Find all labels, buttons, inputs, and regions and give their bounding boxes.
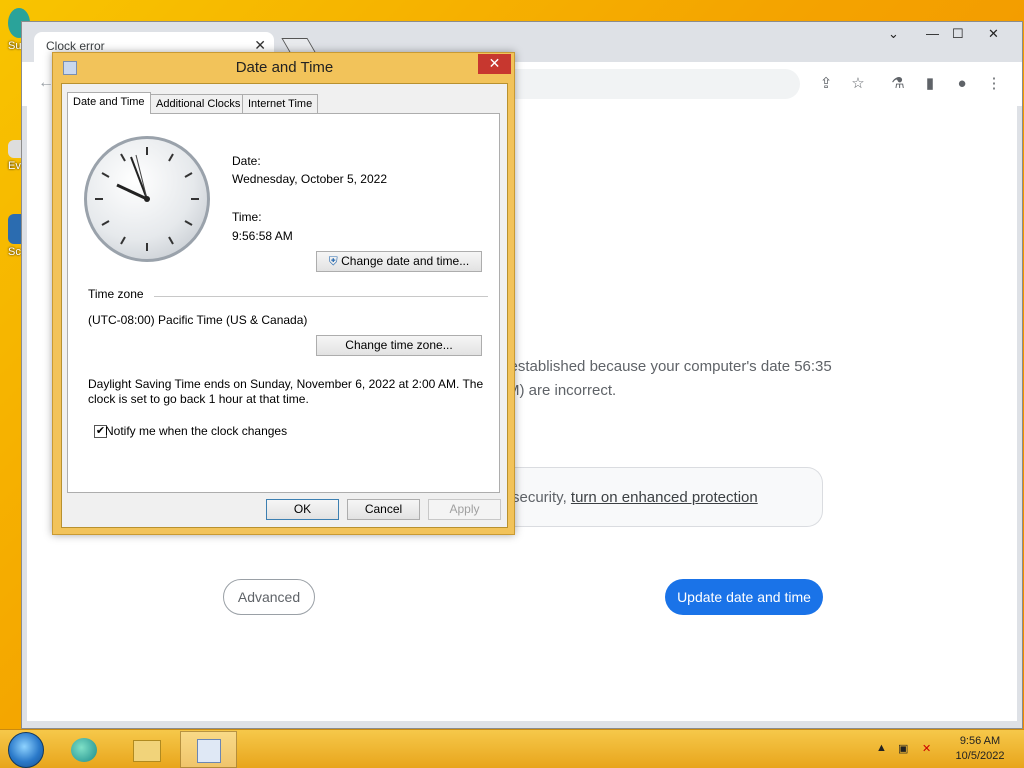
date-value: Wednesday, October 5, 2022 [232,172,387,186]
tab-additional-clocks[interactable]: Additional Clocks [150,94,247,114]
profile-icon[interactable]: ● [952,74,972,94]
network-icon[interactable]: ▣ [898,742,908,755]
show-hidden-icon[interactable]: ▲ [876,742,887,754]
desktop-icon-label: Ev [8,160,21,172]
taskbar-time: 9:56 AM [959,735,1001,747]
tab-panel: Date: Wednesday, October 5, 2022 Time: 9… [67,113,500,493]
time-value: 9:56:58 AM [232,229,293,243]
timezone-separator [154,296,488,297]
taskbar-clock[interactable]: 9:56 AM 10/5/2022 [950,734,1010,764]
protection-prefix: security, [512,489,571,506]
taskbar-date-time[interactable] [180,731,237,768]
date-time-dialog: Date and Time ✕ Date and Time Additional… [52,52,515,535]
notify-label: Notify me when the clock changes [105,424,288,438]
protection-text: security, turn on enhanced protection [512,489,758,506]
clock-face [95,147,199,251]
timezone-header: Time zone [88,287,144,301]
dialog-body: Date and Time Additional Clocks Internet… [61,83,508,528]
dialog-title: Date and Time [235,59,334,76]
minimize-button[interactable]: — [926,26,939,41]
start-button[interactable] [8,732,44,768]
apply-button[interactable]: Apply [428,499,501,520]
advanced-button[interactable]: Advanced [223,579,315,615]
volume-muted-icon[interactable]: ✕ [922,742,931,755]
tab-title: Clock error [46,39,105,53]
error-description: e established because your computer's da… [497,358,832,399]
dst-info-line-1: Daylight Saving Time ends on Sunday, Nov… [88,377,484,391]
share-icon[interactable]: ⇪ [816,74,836,94]
menu-icon[interactable]: ⋮ [984,74,1004,94]
calendar-icon [197,739,221,763]
desktop-icon-label: Su [8,40,22,52]
maximize-button[interactable]: ☐ [952,26,964,42]
star-icon[interactable]: ☆ [848,74,868,94]
update-date-time-button[interactable]: Update date and time [665,579,823,615]
analog-clock [84,136,210,262]
folder-icon [133,740,161,762]
enhanced-protection-link[interactable]: turn on enhanced protection [571,489,758,506]
timezone-value: (UTC-08:00) Pacific Time (US & Canada) [88,313,308,327]
time-label: Time: [232,210,262,224]
cancel-button[interactable]: Cancel [347,499,420,520]
change-date-time-button[interactable]: ⛨ Change date and time... [316,251,482,272]
dialog-close-button[interactable]: ✕ [478,54,511,74]
taskbar-explorer[interactable] [118,731,175,768]
lab-icon[interactable]: ⚗ [888,74,908,94]
tab-date-and-time[interactable]: Date and Time [67,92,151,114]
browser-icon [71,738,97,762]
desktop-icon-label: Sc [8,246,21,258]
ok-button[interactable]: OK [266,499,339,520]
taskbar-date: 10/5/2022 [955,750,1005,762]
tab-internet-time[interactable]: Internet Time [242,94,319,114]
uac-shield-icon: ⛨ [328,254,338,268]
sidepanel-icon[interactable]: ▮ [920,74,940,94]
dst-info-line-2: clock is set to go back 1 hour at that t… [88,392,309,406]
taskbar-browser[interactable] [56,731,113,768]
change-time-zone-button[interactable]: Change time zone... [316,335,482,356]
taskbar: ▲ ▣ ✕ 9:56 AM 10/5/2022 [0,729,1024,768]
date-label: Date: [232,154,261,168]
tab-search-icon[interactable]: ⌄ [888,26,899,42]
change-date-time-label: Change date and time... [341,254,470,268]
close-button[interactable]: ✕ [988,26,999,42]
